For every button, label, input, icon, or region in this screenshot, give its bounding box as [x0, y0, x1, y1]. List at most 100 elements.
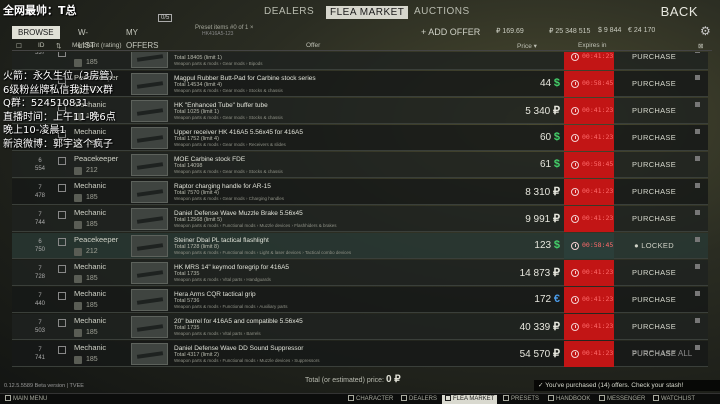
purchase-button[interactable]: PURCHASE — [616, 268, 692, 277]
bottom-main-menu[interactable]: MAIN MENU — [2, 395, 50, 404]
merchant-name[interactable]: Mechanic — [74, 208, 106, 217]
item-thumbnail[interactable] — [131, 100, 168, 122]
bottom-watchlist[interactable]: WATCHLIST — [650, 395, 698, 404]
item-price: 14 873 ₽ — [512, 266, 560, 279]
clock-icon — [571, 53, 579, 61]
bottom-dealers[interactable]: DEALERS — [398, 395, 440, 404]
roubles-balance: ₽ 25 348 515 — [549, 28, 591, 35]
purchase-notification[interactable]: ✓ You've purchased (14) offers. Check yo… — [534, 380, 720, 391]
table-row[interactable]: 7 440 Mechanic 185 Hera Arms CQR tactica… — [12, 287, 708, 313]
merchant-name[interactable]: Mechanic — [74, 262, 106, 271]
item-thumbnail[interactable] — [131, 208, 168, 230]
gear-icon[interactable]: ⚙ — [700, 24, 714, 38]
row-menu-icon[interactable] — [695, 102, 700, 107]
total-value: 0 ₽ — [385, 374, 401, 385]
item-thumbnail[interactable] — [131, 127, 168, 149]
item-name: Magpul Rubber Butt-Pad for Carbine stock… — [174, 75, 316, 82]
row-menu-icon[interactable] — [695, 129, 700, 134]
handbook-icon — [548, 395, 554, 401]
table-row[interactable]: 537 185 Total 18405 (limit 1) Weapon par… — [12, 52, 708, 70]
merchant-rating: 212 — [86, 167, 98, 174]
sort-icon[interactable]: ⇅ — [56, 42, 61, 50]
rating-icon — [74, 194, 82, 202]
row-menu-icon[interactable] — [695, 291, 700, 296]
table-row[interactable]: 7 478 Mechanic 185 Raptor charging handl… — [12, 179, 708, 205]
item-thumbnail[interactable] — [131, 52, 168, 68]
item-price: 123 $ — [512, 239, 560, 251]
nav-dealers[interactable]: DEALERS — [264, 6, 314, 17]
item-price: 54 570 ₽ — [512, 347, 560, 360]
rating-value: ₽ 169.69 — [496, 28, 524, 35]
select-all-checkbox[interactable]: ☐ — [16, 42, 22, 50]
row-menu-icon[interactable] — [695, 318, 700, 323]
row-menu-icon[interactable] — [695, 264, 700, 269]
item-thumbnail[interactable] — [131, 316, 168, 338]
table-row[interactable]: 7 741 Mechanic 185 Daniel Defense Wave D… — [12, 341, 708, 367]
bottom-flea-market[interactable]: FLEA MARKET — [442, 395, 498, 404]
tab-my-offers[interactable]: MY OFFERS — [120, 26, 164, 50]
row-menu-icon[interactable] — [695, 52, 700, 53]
offer-id: 7 744 — [34, 212, 45, 226]
purchase-button[interactable]: PURCHASE — [616, 79, 692, 88]
bottom-presets[interactable]: PRESETS — [500, 395, 542, 404]
currency-icon: ₽ — [553, 105, 560, 117]
merchant-icon — [58, 292, 66, 300]
item-thumbnail[interactable] — [131, 262, 168, 284]
clock-icon — [571, 242, 579, 250]
stream-info-line: 晚上10-凌晨1 — [3, 125, 66, 136]
header-id[interactable]: ID — [38, 42, 45, 49]
table-row[interactable]: 6 750 Peacekeeper 212 Steiner Dbal PL ta… — [12, 233, 708, 259]
row-menu-icon[interactable] — [695, 183, 700, 188]
row-menu-icon[interactable] — [695, 75, 700, 80]
purchase-button[interactable]: PURCHASE — [616, 133, 692, 142]
item-thumbnail[interactable] — [131, 181, 168, 203]
stream-info-line: 火箭：永久生位（3房管） — [3, 71, 120, 82]
row-menu-icon[interactable] — [695, 210, 700, 215]
merchant-icon — [58, 184, 66, 192]
add-offer-button[interactable]: + ADD OFFER — [421, 27, 480, 37]
purchase-all-button[interactable]: PURCHASE ALL — [618, 347, 706, 361]
purchase-button[interactable]: PURCHASE — [616, 322, 692, 331]
table-row[interactable]: 7 728 Mechanic 185 HK MRS 14" keymod for… — [12, 260, 708, 286]
item-thumbnail[interactable] — [131, 235, 168, 257]
bottom-messenger[interactable]: MESSENGER — [596, 395, 648, 404]
merchant-name[interactable]: Mechanic — [74, 289, 106, 298]
purchase-button[interactable]: PURCHASE — [616, 106, 692, 115]
item-category: Weapon parts & mods › Functional mods › … — [174, 304, 288, 309]
expiry-time: 00:58:45 — [582, 241, 614, 249]
purchase-button[interactable]: PURCHASE — [616, 160, 692, 169]
merchant-name[interactable]: Mechanic — [74, 316, 106, 325]
purchase-button[interactable]: PURCHASE — [616, 214, 692, 223]
item-thumbnail[interactable] — [131, 73, 168, 95]
purchase-button[interactable]: PURCHASE — [616, 295, 692, 304]
nav-flea-market[interactable]: FLEA MARKET — [326, 6, 409, 19]
row-menu-icon[interactable] — [695, 156, 700, 161]
table-row[interactable]: 7 744 Mechanic 185 Daniel Defense Wave M… — [12, 206, 708, 232]
table-row[interactable]: 7 503 Mechanic 185 20" barrel for 416A5 … — [12, 314, 708, 340]
tab-wlist[interactable]: W-LIST — [72, 26, 101, 50]
table-row[interactable]: 6 554 Peacekeeper 212 MOE Carbine stock … — [12, 152, 708, 178]
header-price[interactable]: Price ▾ — [517, 42, 537, 50]
purchase-button[interactable]: PURCHASE — [616, 52, 692, 61]
merchant-name[interactable]: Peacekeeper — [74, 154, 118, 163]
nav-auctions[interactable]: AUCTIONS — [414, 6, 470, 17]
header-expires[interactable]: Expires in — [578, 42, 607, 49]
row-menu-icon[interactable] — [695, 237, 700, 242]
tab-browse[interactable]: BROWSE — [12, 26, 60, 39]
item-thumbnail[interactable] — [131, 289, 168, 311]
back-button[interactable]: BACK — [661, 4, 698, 19]
merchant-name[interactable]: Mechanic — [74, 181, 106, 190]
header-merchant[interactable]: Merchant (rating) — [72, 42, 122, 49]
bottom-character[interactable]: CHARACTER — [345, 395, 396, 404]
merchant-name[interactable]: Peacekeeper — [74, 235, 118, 244]
clock-icon — [571, 161, 579, 169]
merchant-name[interactable]: Mechanic — [74, 343, 106, 352]
purchase-button[interactable]: PURCHASE — [616, 187, 692, 196]
clock-icon — [571, 80, 579, 88]
bottom-handbook[interactable]: HANDBOOK — [545, 395, 593, 404]
bottom-handbook-label: HANDBOOK — [556, 396, 591, 402]
close-filter-icon[interactable]: ⊠ — [698, 42, 703, 50]
clock-icon — [571, 215, 579, 223]
item-thumbnail[interactable] — [131, 343, 168, 365]
item-thumbnail[interactable] — [131, 154, 168, 176]
